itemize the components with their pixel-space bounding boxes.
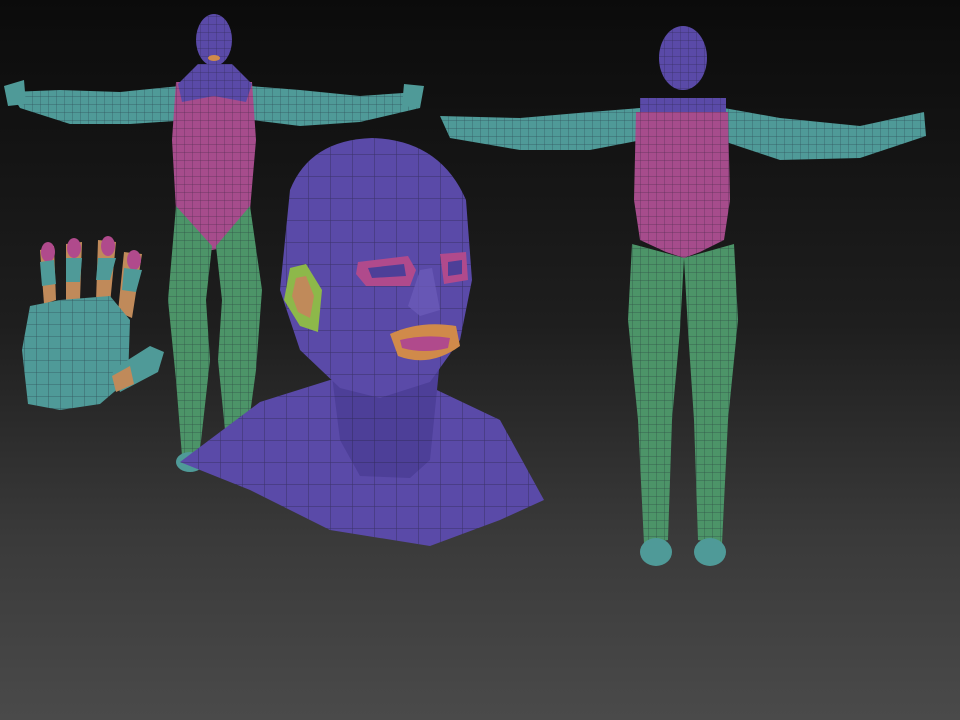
zbrush-viewport[interactable] (0, 0, 960, 720)
model-render (4, 14, 926, 566)
hand[interactable] (22, 236, 164, 410)
